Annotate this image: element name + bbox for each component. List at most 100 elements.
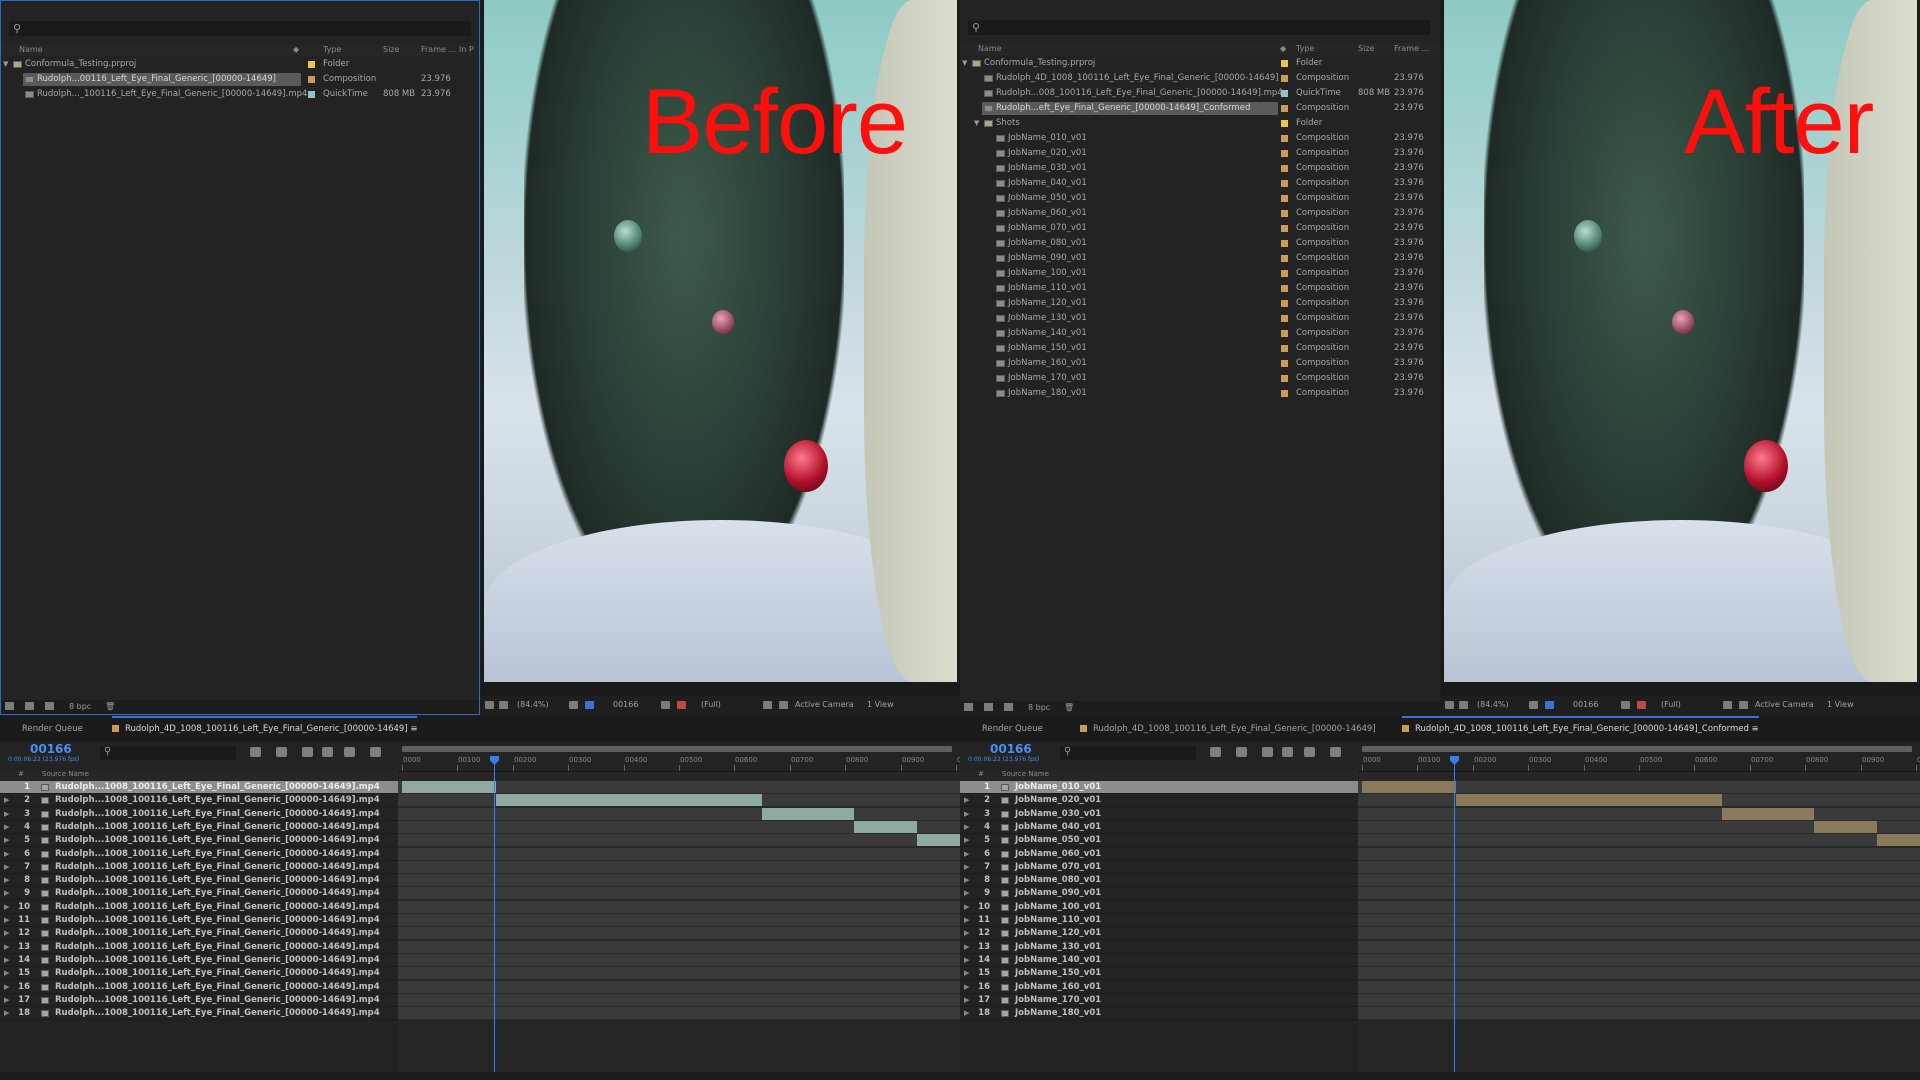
track-row[interactable]: [398, 887, 960, 901]
expand-triangle-icon[interactable]: ▶: [964, 901, 969, 914]
track-row[interactable]: [398, 927, 960, 941]
disclosure-triangle-icon[interactable]: ▼: [3, 58, 8, 71]
expand-triangle-icon[interactable]: ▶: [964, 848, 969, 861]
layer-row[interactable]: ▶ 8 Rudolph...1008_100116_Left_Eye_Final_G…: [0, 874, 398, 888]
layer-row[interactable]: ▶ 6 Rudolph...1008_100116_Left_Eye_Final_G…: [0, 848, 398, 861]
always-preview-icon[interactable]: [1445, 701, 1454, 709]
label-color-chip[interactable]: [1281, 75, 1288, 82]
label-color-chip[interactable]: [1281, 255, 1288, 262]
track-row[interactable]: [398, 874, 960, 888]
label-color-chip[interactable]: [1281, 315, 1288, 322]
fit-icon[interactable]: [1529, 701, 1538, 709]
expand-triangle-icon[interactable]: ▶: [4, 874, 9, 887]
expand-triangle-icon[interactable]: ▶: [964, 874, 969, 887]
layer-row[interactable]: ▶ 4 Rudolph...1008_100116_Left_Eye_Final_G…: [0, 821, 398, 834]
track-row[interactable]: [398, 820, 960, 834]
expand-triangle-icon[interactable]: ▶: [4, 901, 9, 914]
label-color-chip[interactable]: [1281, 60, 1288, 67]
label-color-chip[interactable]: [1281, 390, 1288, 397]
project-search-input[interactable]: ⚲: [9, 21, 471, 36]
layer-row[interactable]: ▶ 17 JobName_170_v01: [960, 994, 1358, 1007]
views-dropdown[interactable]: 1 View: [1827, 700, 1854, 709]
new-folder-icon[interactable]: [984, 703, 993, 711]
layer-row[interactable]: ▶ 13 Rudolph...1008_100116_Left_Eye_Final_…: [0, 941, 398, 954]
layer-row[interactable]: ▶ 15 Rudolph...1008_100116_Left_Eye_Final_…: [0, 967, 398, 981]
current-time-indicator[interactable]: [494, 758, 495, 1072]
layer-row[interactable]: ▶ 16 Rudolph...1008_100116_Left_Eye_Final_…: [0, 981, 398, 994]
expand-triangle-icon[interactable]: ▶: [964, 861, 969, 874]
layer-row[interactable]: ▶ 9 JobName_090_v01: [960, 887, 1358, 901]
shy-icon[interactable]: [302, 747, 313, 757]
expand-triangle-icon[interactable]: ▶: [964, 914, 969, 927]
track-row[interactable]: [398, 1007, 960, 1021]
project-item[interactable]: JobName_100_v01 Composition 23.976: [960, 267, 1440, 281]
layer-row[interactable]: ▶ 3 Rudolph...1008_100116_Left_Eye_Final_G…: [0, 808, 398, 821]
track-row[interactable]: [1358, 847, 1920, 861]
new-folder-icon[interactable]: [25, 702, 34, 710]
track-row[interactable]: [1358, 953, 1920, 967]
project-item[interactable]: JobName_080_v01 Composition 23.976: [960, 237, 1440, 251]
label-color-chip[interactable]: [1281, 150, 1288, 157]
disclosure-triangle-icon[interactable]: ▼: [962, 57, 967, 70]
project-panel[interactable]: ⚲ Name ◆ Type Size Frame ... ▼ Conformula…: [960, 0, 1440, 715]
disclosure-triangle-icon[interactable]: ▼: [974, 117, 979, 130]
label-color-chip[interactable]: [1281, 300, 1288, 307]
col-size[interactable]: Size: [383, 45, 399, 54]
layer-row[interactable]: ▶ 7 Rudolph...1008_100116_Left_Eye_Final_G…: [0, 861, 398, 874]
col-source-name[interactable]: Source Name: [42, 770, 89, 778]
project-item[interactable]: JobName_060_v01 Composition 23.976: [960, 207, 1440, 221]
region-icon[interactable]: [763, 701, 772, 709]
expand-triangle-icon[interactable]: ▶: [4, 927, 9, 940]
track-row[interactable]: [398, 993, 960, 1007]
track-row[interactable]: [1358, 860, 1920, 874]
layer-row[interactable]: ▶ 2 Rudolph...1008_100116_Left_Eye_Final_G…: [0, 794, 398, 808]
views-dropdown[interactable]: 1 View: [867, 700, 894, 709]
layer-duration-bar[interactable]: [1722, 807, 1814, 820]
timeline-search-input[interactable]: ⚲: [1060, 746, 1196, 760]
expand-triangle-icon[interactable]: ▶: [4, 981, 9, 994]
tab-render-queue[interactable]: Render Queue: [982, 716, 1043, 742]
project-item[interactable]: ▼ Conformula_Testing.prproj Folder: [960, 57, 1440, 71]
project-item[interactable]: ▼ Shots Folder: [960, 117, 1440, 131]
layer-row[interactable]: ▶ 1 JobName_010_v01: [960, 781, 1358, 794]
layer-row[interactable]: ▶ 7 JobName_070_v01: [960, 861, 1358, 874]
layer-row[interactable]: ▶ 2 JobName_020_v01: [960, 794, 1358, 808]
track-row[interactable]: [398, 980, 960, 994]
monitor-icon[interactable]: [499, 701, 508, 709]
expand-triangle-icon[interactable]: ▶: [4, 821, 9, 834]
layer-row[interactable]: ▶ 11 JobName_110_v01: [960, 914, 1358, 927]
track-row[interactable]: [1358, 993, 1920, 1007]
project-item[interactable]: JobName_150_v01 Composition 23.976: [960, 342, 1440, 356]
layer-row[interactable]: ▶ 4 JobName_040_v01: [960, 821, 1358, 834]
graph-editor-icon[interactable]: [370, 747, 381, 757]
layer-duration-bar[interactable]: [1814, 820, 1877, 833]
tab-comp-conformed[interactable]: Rudolph_4D_1008_100116_Left_Eye_Final_Ge…: [1402, 716, 1759, 742]
trash-icon[interactable]: 🗑: [1064, 703, 1074, 712]
new-comp-icon[interactable]: [45, 702, 54, 710]
expand-triangle-icon[interactable]: ▶: [4, 848, 9, 861]
shy-icon[interactable]: [1262, 747, 1273, 757]
layer-row[interactable]: ▶ 12 Rudolph...1008_100116_Left_Eye_Final_…: [0, 927, 398, 941]
project-item[interactable]: JobName_170_v01 Composition 23.976: [960, 372, 1440, 386]
expand-triangle-icon[interactable]: ▶: [4, 914, 9, 927]
col-type[interactable]: Type: [1296, 44, 1314, 53]
expand-triangle-icon[interactable]: ▶: [4, 834, 9, 847]
transparency-icon[interactable]: [779, 701, 788, 709]
layer-row[interactable]: ▶ 9 Rudolph...1008_100116_Left_Eye_Final_G…: [0, 887, 398, 901]
layer-row[interactable]: ▶ 1 Rudolph...1008_100116_Left_Eye_Final_G…: [0, 781, 398, 794]
work-area-bar[interactable]: [1362, 746, 1912, 752]
layer-row[interactable]: ▶ 10 JobName_100_v01: [960, 901, 1358, 914]
track-row[interactable]: [398, 781, 960, 794]
frame-number[interactable]: 00166: [1573, 700, 1598, 709]
camera-dropdown[interactable]: Active Camera: [1755, 700, 1814, 709]
track-row[interactable]: [398, 914, 960, 927]
project-item[interactable]: Rudolph...00116_Left_Eye_Final_Generic_[…: [1, 73, 479, 87]
camera-dropdown[interactable]: Active Camera: [795, 700, 854, 709]
expand-triangle-icon[interactable]: ▶: [4, 994, 9, 1007]
expand-triangle-icon[interactable]: ▶: [964, 887, 969, 900]
expand-triangle-icon[interactable]: ▶: [964, 941, 969, 954]
resolution-dropdown[interactable]: (Full): [1661, 700, 1681, 709]
monitor-icon[interactable]: [1459, 701, 1468, 709]
label-color-chip[interactable]: [1281, 240, 1288, 247]
timecode-display[interactable]: 00166: [990, 742, 1032, 756]
